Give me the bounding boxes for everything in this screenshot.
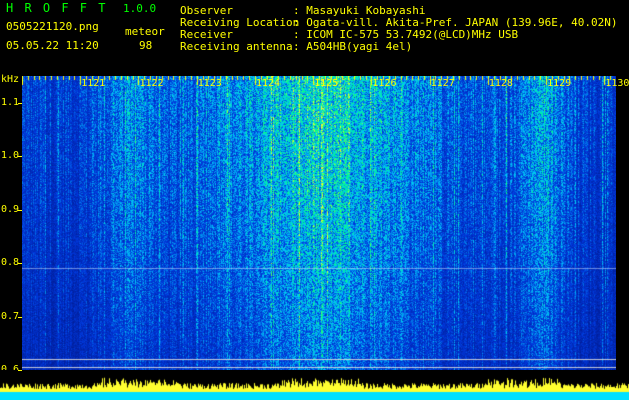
frequency-tick-mark — [18, 263, 22, 265]
time-tick-label: 1122 — [139, 78, 164, 89]
signal-level-canvas — [0, 370, 629, 400]
mode-label: meteor — [125, 25, 165, 38]
time-tick-label: 1128 — [488, 78, 513, 89]
time-tick-label: 1126 — [372, 78, 397, 89]
time-tick-label: 1125 — [314, 78, 339, 89]
frequency-tick-label: 1.0 — [1, 150, 20, 162]
signal-level-strip — [0, 370, 629, 400]
frequency-axis-unit: kHz — [1, 74, 20, 85]
time-tick-label: 1130 — [605, 78, 629, 89]
time-tick-label: 1124 — [255, 78, 281, 89]
app-version: 1.0.0 — [123, 2, 157, 15]
frequency-tick-mark — [18, 370, 22, 371]
date-time: 05.05.22 11:20 — [6, 39, 99, 52]
spectrogram — [22, 76, 616, 370]
time-tick-label: 1127 — [430, 78, 455, 89]
frequency-tick-label: 0.8 — [1, 257, 20, 269]
frequency-tick-mark — [18, 209, 22, 211]
time-axis: 1121 1122 1123 1124 1125 1126 1127 1128 1129 1130 — [22, 78, 629, 92]
frequency-tick-label: 1.1 — [1, 96, 20, 108]
image-filename: 0505221120.png — [6, 20, 99, 33]
info-value-antenna: : A504HB(yagi 4el) — [293, 40, 413, 53]
frequency-tick-label: 0.7 — [1, 310, 20, 322]
frequency-tick-label: 0.9 — [1, 203, 20, 215]
time-tick-label: 1123 — [197, 78, 222, 89]
time-tick-label: 1129 — [547, 78, 572, 89]
header-panel: H R O F F T 1.0.0 0505221120.png meteor … — [0, 0, 629, 76]
spectrogram-canvas — [22, 76, 616, 370]
time-tick-label: 1121 — [81, 78, 106, 89]
echo-count: 98 — [139, 39, 153, 52]
frequency-tick-mark — [18, 102, 22, 104]
frequency-tick-mark — [18, 316, 22, 318]
frequency-axis: kHz 1.11.00.90.80.70.6 — [0, 74, 22, 375]
frequency-tick-mark — [18, 156, 22, 158]
info-label-antenna: Receiving antenna — [180, 40, 293, 53]
app-title: H R O F F T — [6, 1, 108, 15]
